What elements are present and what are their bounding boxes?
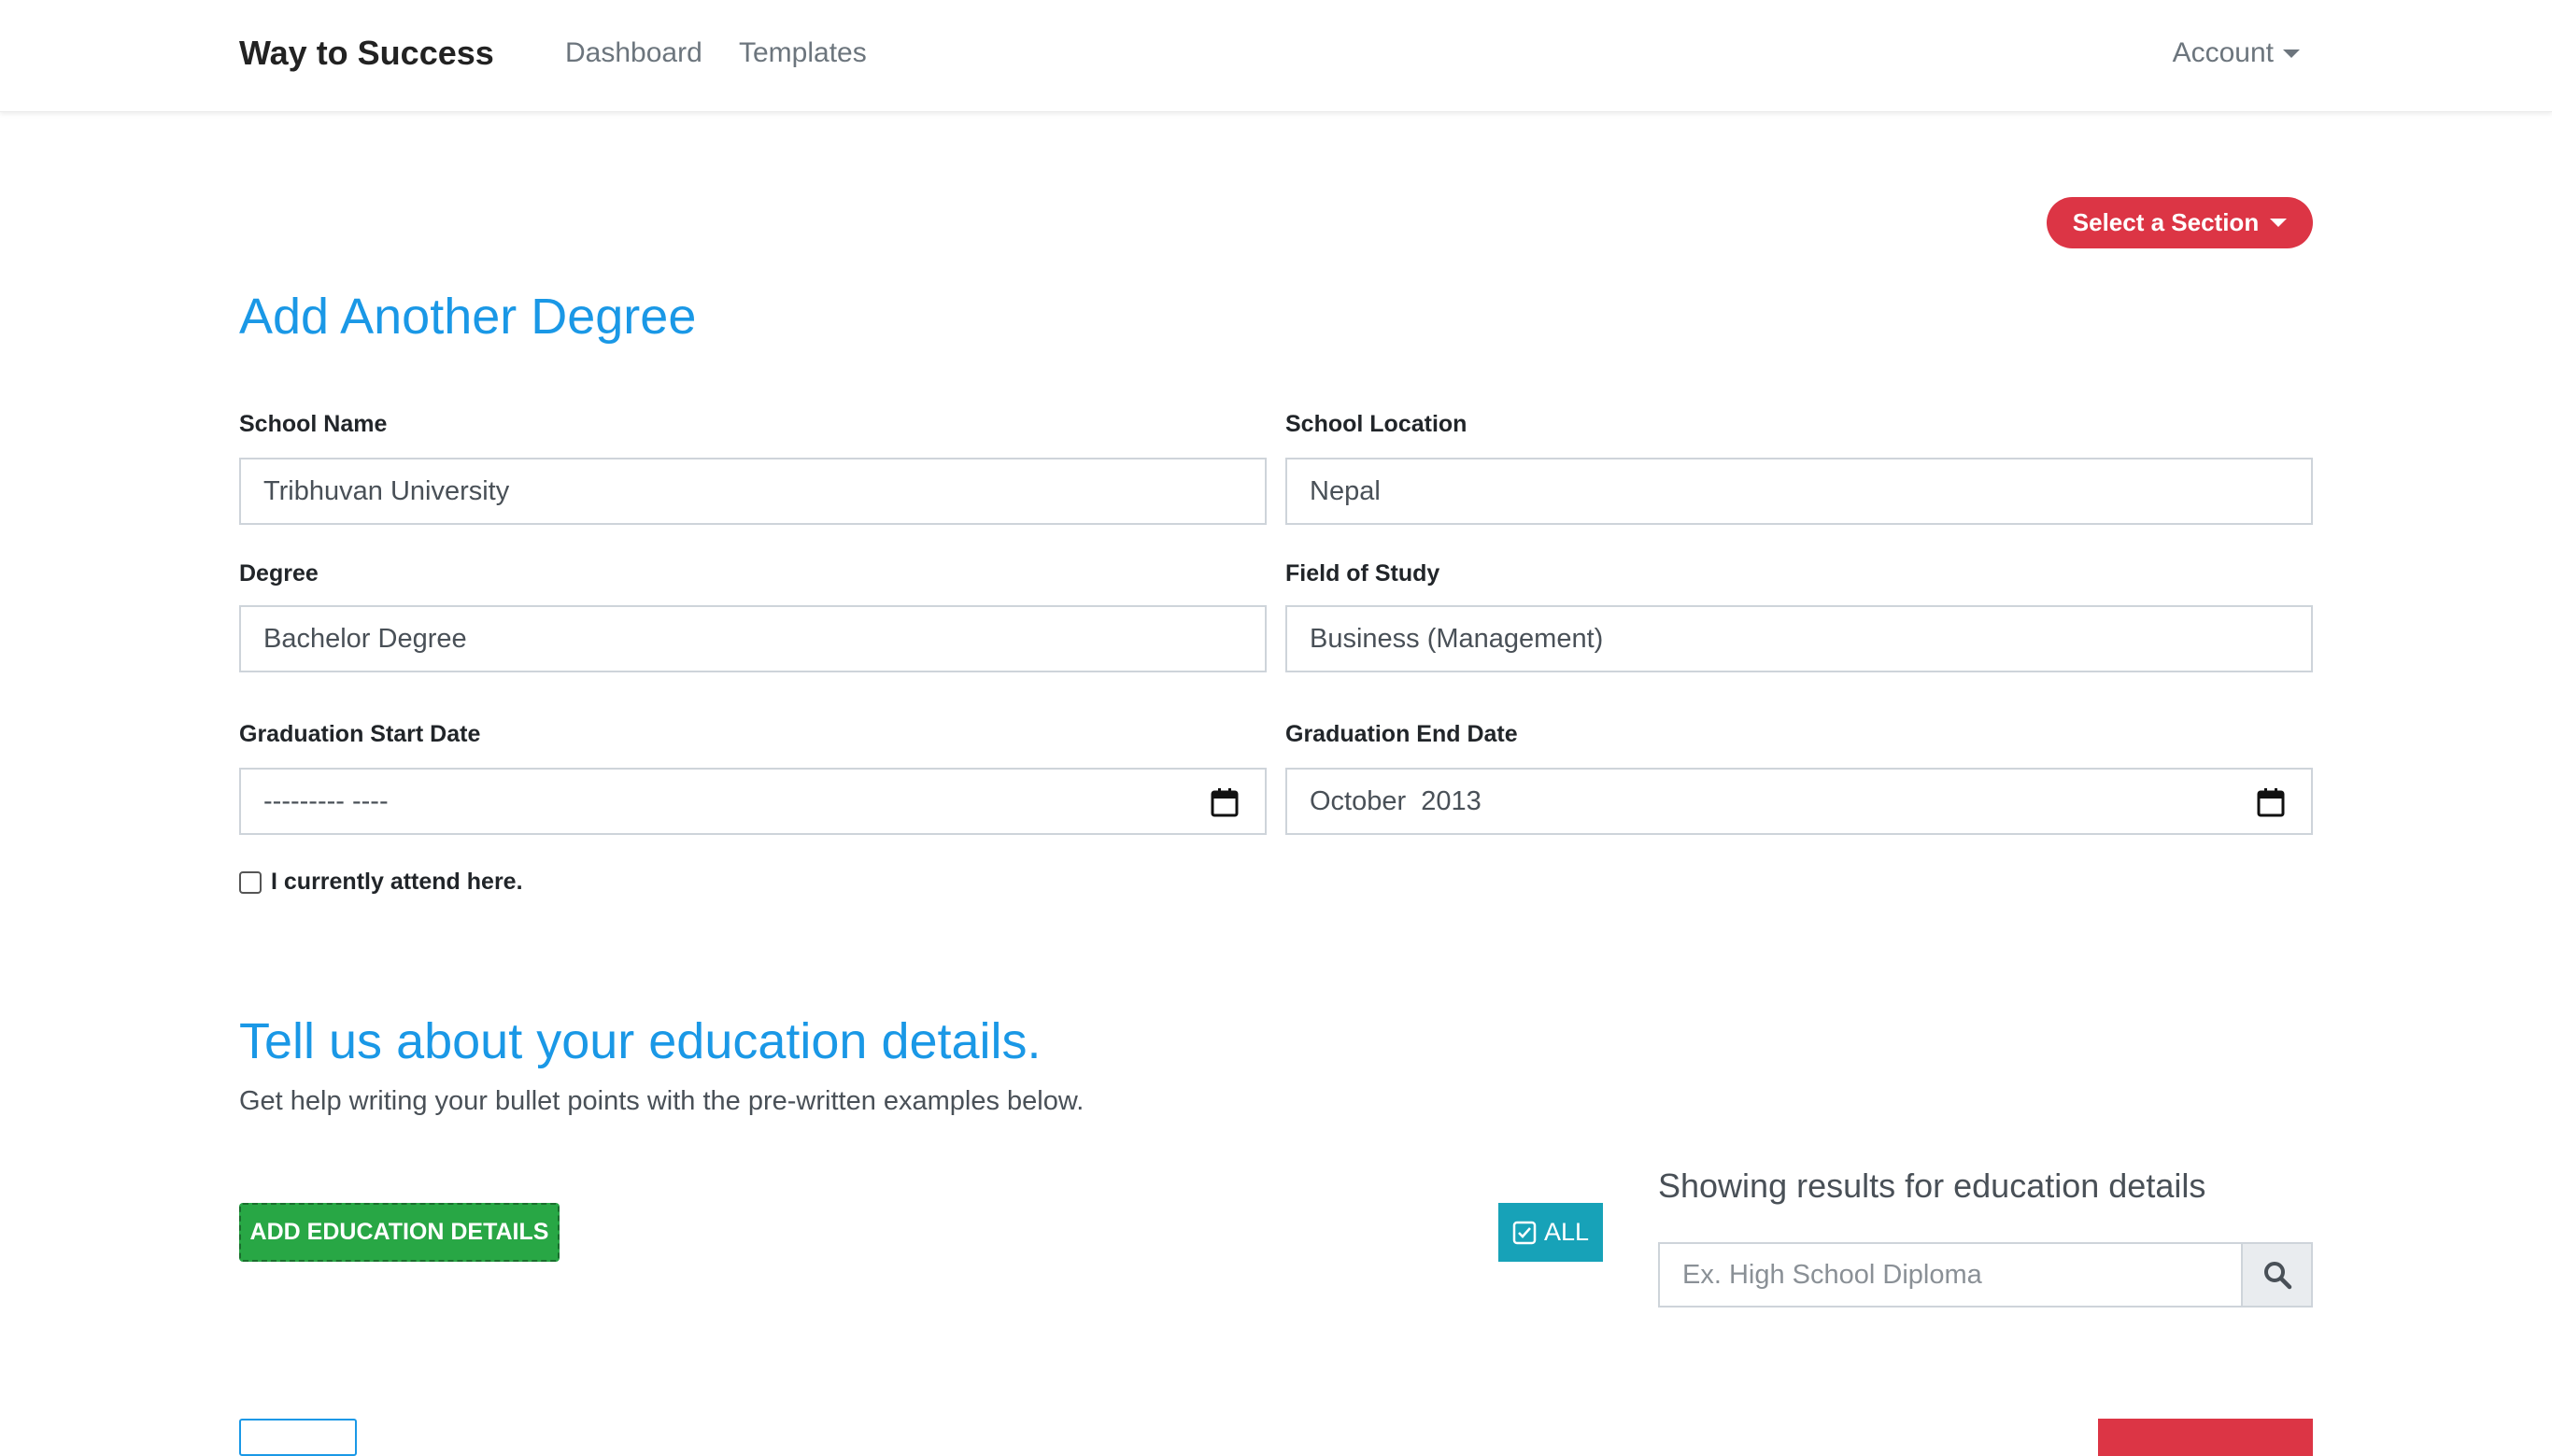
school-name-input[interactable]: Tribhuvan University	[239, 458, 1267, 525]
school-location-input[interactable]: Nepal	[1285, 458, 2313, 525]
field-of-study-input[interactable]: Business (Management)	[1285, 605, 2313, 672]
results-heading: Showing results for education details	[1658, 1166, 2206, 1205]
add-degree-heading: Add Another Degree	[239, 289, 697, 345]
check-square-icon	[1512, 1221, 1537, 1244]
education-details-subtitle: Get help writing your bullet points with…	[239, 1086, 1085, 1116]
grad-start-date-input[interactable]: --------- ----	[239, 768, 1267, 835]
school-location-label: School Location	[1285, 411, 1467, 437]
education-details-heading: Tell us about your education details.	[239, 1013, 1042, 1069]
select-section-label: Select a Section	[2072, 208, 2260, 236]
back-button[interactable]	[239, 1419, 357, 1456]
attend-checkbox[interactable]	[239, 870, 262, 894]
search-button[interactable]	[2241, 1242, 2313, 1308]
degree-label: Degree	[239, 560, 319, 587]
grad-start-label: Graduation Start Date	[239, 721, 481, 747]
select-section-button[interactable]: Select a Section	[2047, 197, 2313, 248]
attend-checkbox-label[interactable]: I currently attend here.	[271, 869, 523, 896]
grad-start-value: --------- ----	[263, 785, 389, 816]
search-icon	[2263, 1262, 2291, 1290]
next-button[interactable]	[2098, 1419, 2313, 1456]
select-all-label: ALL	[1543, 1218, 1590, 1246]
search-input[interactable]: Ex. High School Diploma	[1658, 1242, 2242, 1308]
caret-down-icon	[2283, 49, 2300, 58]
nav-dashboard-link[interactable]: Dashboard	[565, 37, 702, 69]
caret-down-icon	[2270, 219, 2288, 227]
calendar-icon[interactable]	[1211, 787, 1239, 817]
account-dropdown[interactable]: Account	[2173, 37, 2300, 69]
school-name-label: School Name	[239, 411, 388, 437]
grad-end-value: October 2013	[1310, 785, 1482, 816]
account-label: Account	[2172, 37, 2274, 68]
grad-end-date-input[interactable]: October 2013	[1285, 768, 2313, 835]
attend-checkbox-row: I currently attend here.	[239, 869, 523, 896]
grad-end-label: Graduation End Date	[1285, 721, 1518, 747]
nav-templates-link[interactable]: Templates	[739, 37, 867, 69]
brand-logo-text[interactable]: Way to Success	[239, 34, 494, 73]
add-education-details-button[interactable]: ADD EDUCATION DETAILS	[239, 1203, 560, 1262]
degree-input[interactable]: Bachelor Degree	[239, 605, 1267, 672]
field-of-study-label: Field of Study	[1285, 560, 1440, 587]
select-all-button[interactable]: ALL	[1498, 1203, 1603, 1262]
calendar-icon[interactable]	[2257, 787, 2285, 817]
top-navbar: Way to Success Dashboard Templates Accou…	[0, 0, 2552, 112]
